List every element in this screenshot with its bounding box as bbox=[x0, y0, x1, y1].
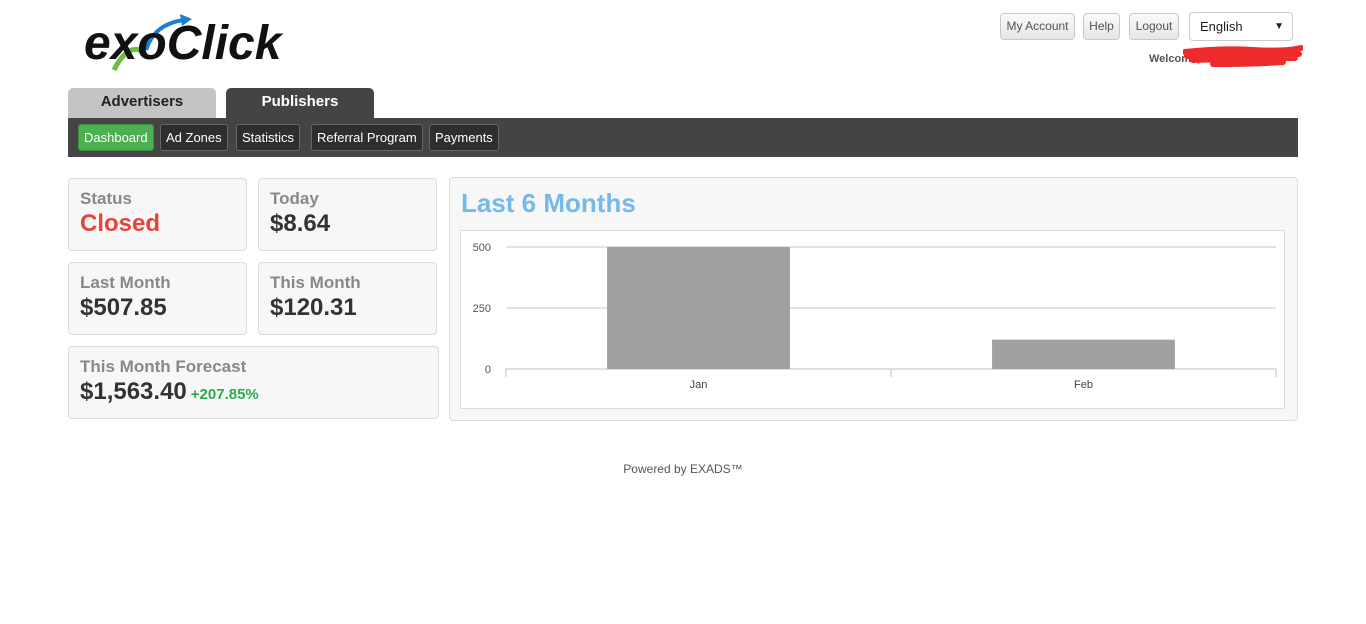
last-month-box: Last Month $507.85 bbox=[68, 262, 247, 335]
help-button[interactable]: Help bbox=[1083, 13, 1120, 40]
this-month-value: $120.31 bbox=[270, 294, 357, 321]
x-tick-label: Feb bbox=[1074, 379, 1093, 391]
tab-publishers[interactable]: Publishers bbox=[226, 88, 374, 118]
exoclick-logo[interactable]: exoClick bbox=[84, 12, 284, 76]
x-tick-label: Jan bbox=[690, 379, 708, 391]
today-label: Today bbox=[270, 189, 319, 208]
footer-text: Powered by EXADS™ bbox=[623, 462, 743, 476]
forecast-value-row: $1,563.40 +207.85% bbox=[80, 378, 427, 406]
subnav-payments[interactable]: Payments bbox=[429, 124, 499, 151]
logout-button[interactable]: Logout bbox=[1129, 13, 1179, 40]
logo-text: exoClick bbox=[84, 17, 284, 70]
status-label: Status bbox=[80, 189, 132, 208]
bar-jan bbox=[607, 247, 790, 369]
last-month-value: $507.85 bbox=[80, 294, 167, 321]
chart-panel: Last 6 Months 0 250 500 Jan Feb bbox=[449, 177, 1298, 421]
status-box: Status Closed bbox=[68, 178, 247, 251]
chevron-down-icon: ▼ bbox=[1274, 21, 1284, 32]
my-account-button[interactable]: My Account bbox=[1000, 13, 1075, 40]
forecast-box: This Month Forecast $1,563.40 +207.85% bbox=[68, 346, 439, 419]
this-month-label: This Month bbox=[270, 273, 361, 292]
y-tick-label: 0 bbox=[485, 364, 491, 376]
subnav-referral-program[interactable]: Referral Program bbox=[311, 124, 423, 151]
forecast-label: This Month Forecast bbox=[80, 357, 247, 376]
y-tick-label: 250 bbox=[473, 303, 491, 315]
y-tick-label: 500 bbox=[473, 242, 491, 254]
status-value: Closed bbox=[80, 210, 161, 237]
language-select[interactable]: English ▼ bbox=[1189, 12, 1293, 41]
tab-advertisers[interactable]: Advertisers bbox=[68, 88, 216, 118]
redaction-scribble bbox=[1183, 45, 1303, 67]
subnav-statistics[interactable]: Statistics bbox=[236, 124, 301, 151]
today-box: Today $8.64 bbox=[258, 178, 437, 251]
chart-area: 0 250 500 Jan Feb bbox=[460, 230, 1285, 409]
forecast-change: +207.85% bbox=[190, 386, 259, 403]
last-month-label: Last Month bbox=[80, 273, 171, 292]
today-value: $8.64 bbox=[270, 210, 331, 237]
bar-chart: 0 250 500 Jan Feb bbox=[473, 242, 1277, 391]
chart-title: Last 6 Months bbox=[461, 188, 636, 218]
language-selected-value: English bbox=[1200, 19, 1243, 34]
subnav-dashboard[interactable]: Dashboard bbox=[78, 124, 154, 151]
bar-feb bbox=[992, 339, 1175, 369]
sub-navigation: Dashboard Ad Zones Statistics Referral P… bbox=[68, 118, 1298, 157]
this-month-box: This Month $120.31 bbox=[258, 262, 437, 335]
forecast-value: $1,563.40 bbox=[80, 378, 187, 405]
subnav-ad-zones[interactable]: Ad Zones bbox=[160, 124, 228, 151]
